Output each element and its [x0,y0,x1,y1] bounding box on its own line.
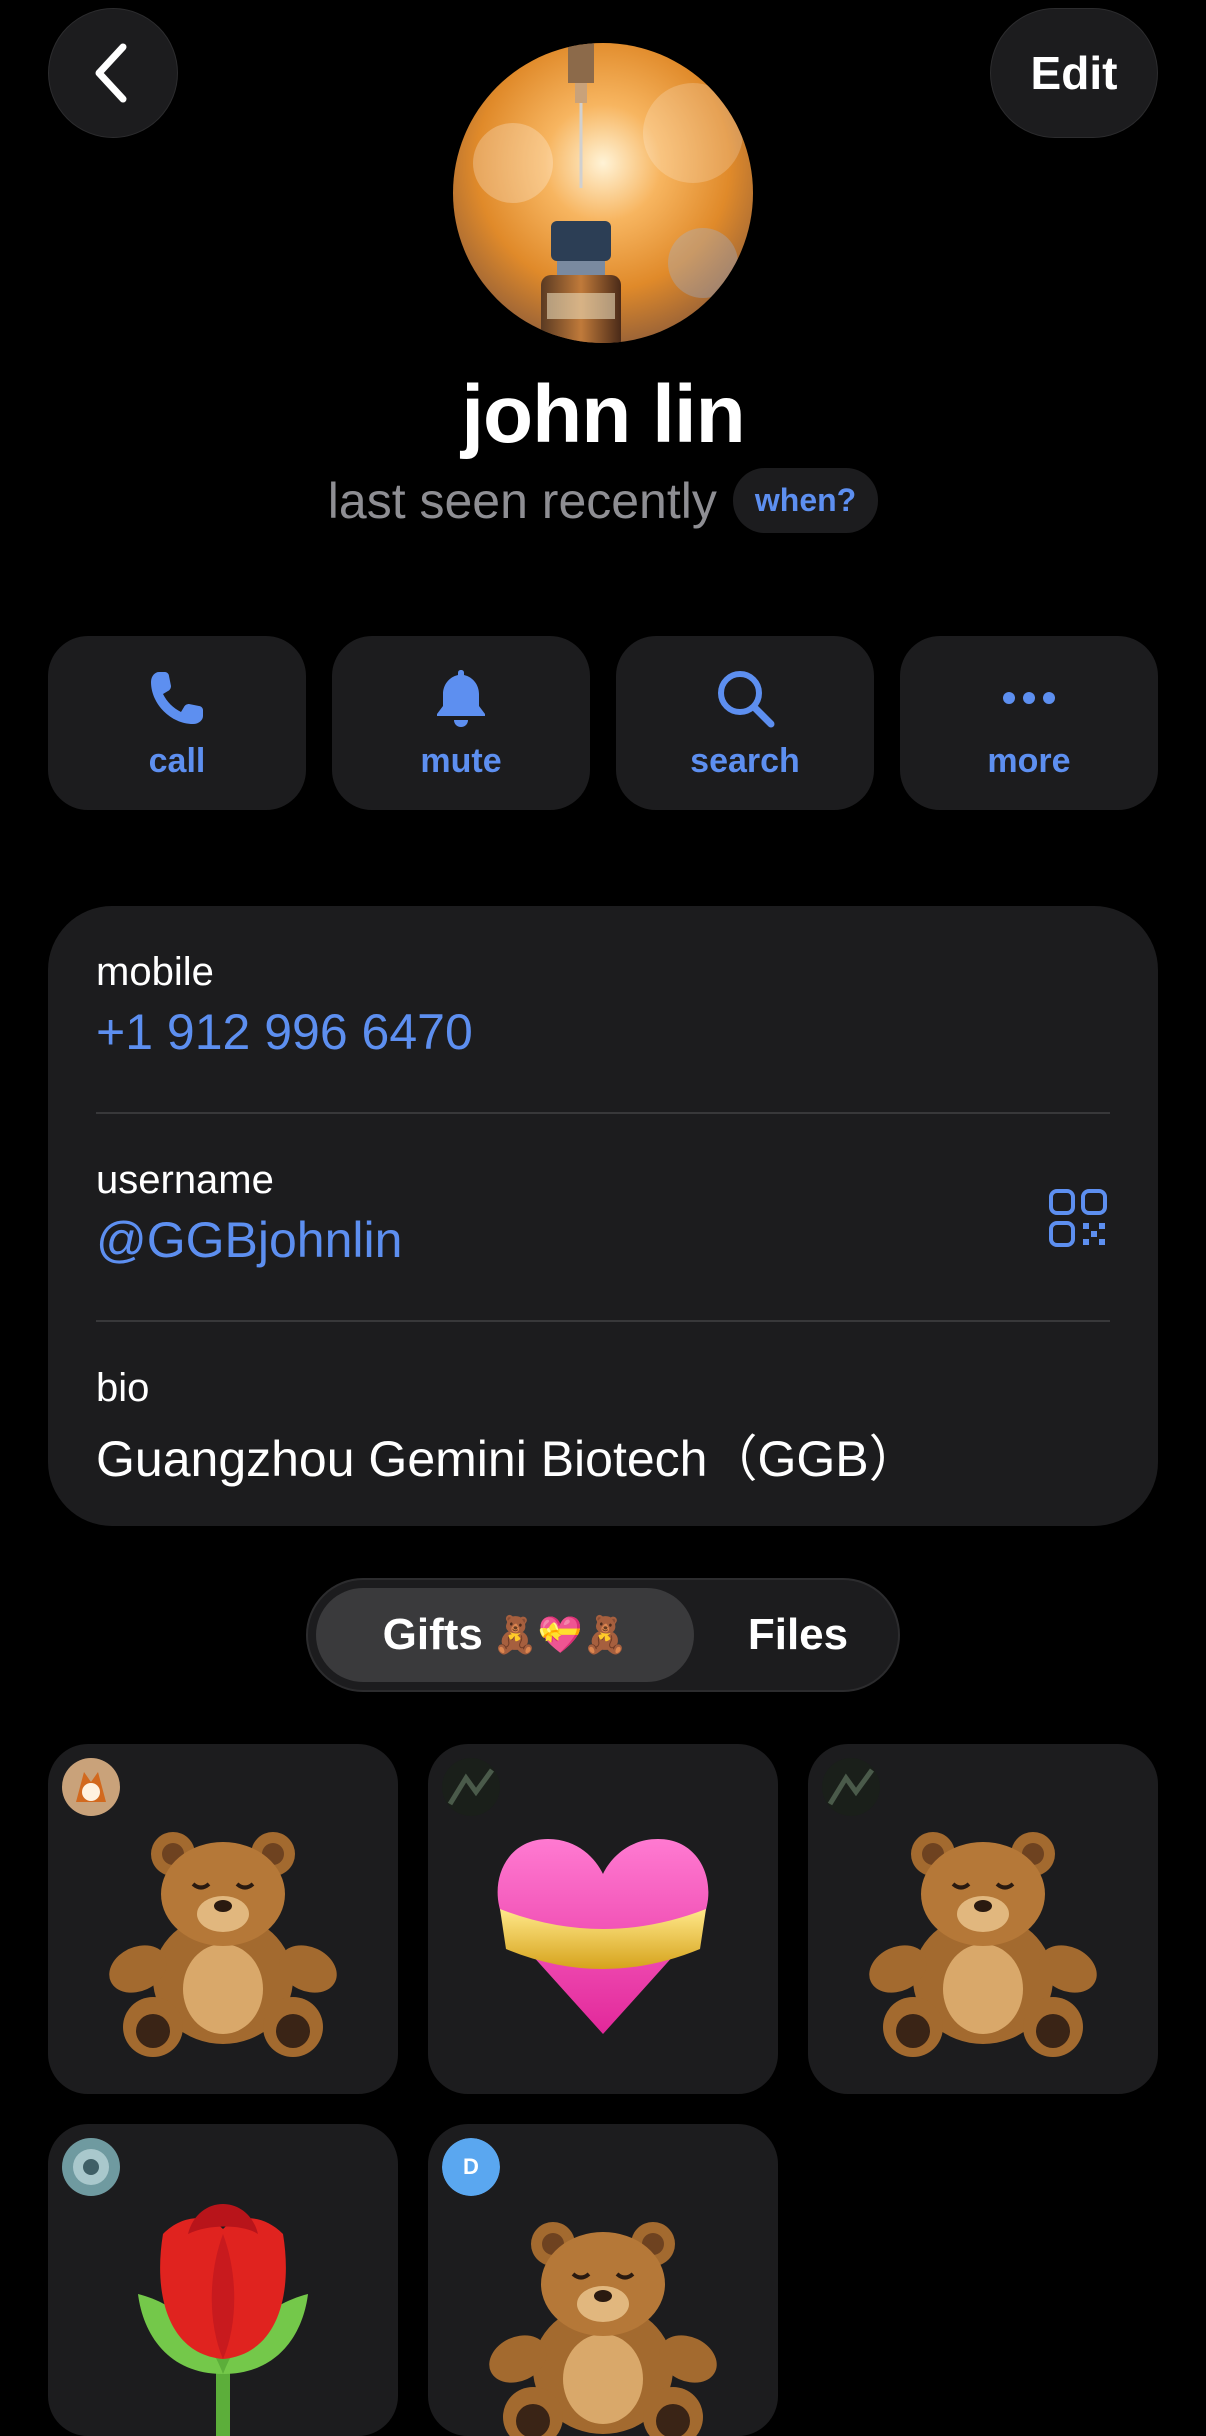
info-card: mobile +1 912 996 6470 username @GGBjohn… [48,906,1158,1526]
divider [96,1320,1110,1322]
search-label: search [690,741,800,780]
gift-card-teddy-bear[interactable] [48,1744,398,2094]
username-label: username [96,1158,274,1202]
mobile-value[interactable]: +1 912 996 6470 [96,1003,1110,1061]
search-icon [718,670,775,727]
bio-value: Guangzhou Gemini Biotech（GGB） [96,1431,919,1487]
divider [96,1112,1110,1114]
gifts-emoji-icon: 🧸💝🧸 [492,1614,628,1655]
sender-avatar[interactable]: D [442,2138,500,2196]
tab-gifts-label: Gifts [382,1610,483,1659]
profile-avatar[interactable] [453,43,753,343]
bio-label: bio [96,1366,150,1410]
tab-gifts[interactable]: Gifts 🧸💝🧸 [316,1588,694,1682]
action-buttons: call mute search more [48,636,1158,810]
profile-tabs: Gifts 🧸💝🧸 Files [306,1578,900,1692]
gift-card-teddy-bear[interactable]: D [428,2124,778,2436]
last-seen-status: last seen recently [327,472,717,529]
more-button[interactable]: more [900,636,1158,810]
mute-button[interactable]: mute [332,636,590,810]
username-value[interactable]: @GGBjohnlin [96,1211,1110,1269]
phone-icon [151,671,203,724]
more-dots-icon [1003,691,1055,704]
sender-initial: D [442,2138,500,2196]
when-button[interactable]: when? [732,468,879,533]
gift-card-heart[interactable] [428,1744,778,2094]
call-label: call [148,741,206,780]
username-field[interactable]: username @GGBjohnlin [96,1158,1110,1269]
bio-field: bio Guangzhou Gemini Biotech（GGB） [96,1366,1110,1491]
edit-button[interactable]: Edit [990,8,1158,138]
chevron-left-icon [95,43,127,103]
call-button[interactable]: call [48,636,306,810]
back-button[interactable] [48,8,178,138]
more-label: more [987,741,1071,780]
sender-avatar[interactable] [62,2138,120,2196]
mute-label: mute [420,741,502,780]
sender-avatar[interactable] [822,1758,880,1816]
tab-files[interactable]: Files [708,1588,888,1682]
gift-card-rose[interactable] [48,2124,398,2436]
mobile-label: mobile [96,950,214,994]
search-button[interactable]: search [616,636,874,810]
bell-icon [437,669,485,727]
mobile-field[interactable]: mobile +1 912 996 6470 [96,950,1110,1061]
profile-name: john lin [461,369,745,460]
qr-code-icon[interactable] [1048,1188,1108,1248]
sender-avatar[interactable] [442,1758,500,1816]
sender-avatar[interactable] [62,1758,120,1816]
gift-card-teddy-bear[interactable] [808,1744,1158,2094]
status-row: last seen recently when? [0,468,1206,533]
